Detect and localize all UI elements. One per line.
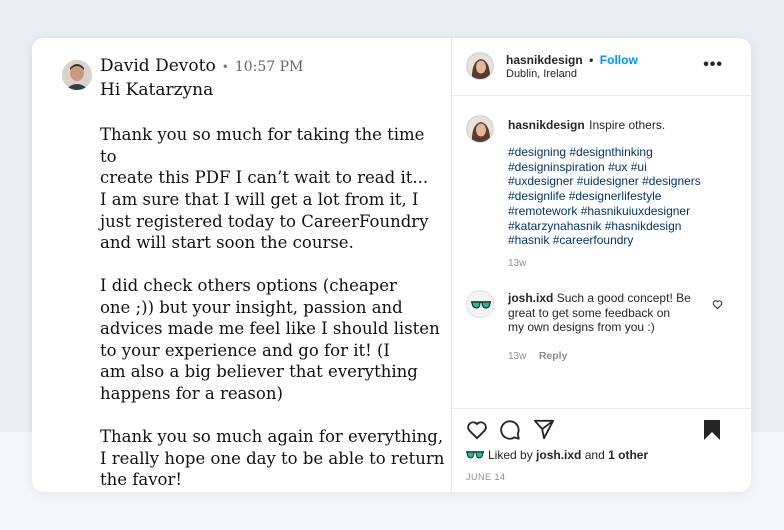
message-paragraph: Thank you so much again for everything, … — [100, 427, 445, 490]
more-options-icon[interactable]: ••• — [703, 56, 723, 74]
reply-button[interactable]: Reply — [539, 350, 568, 362]
comment-age: 13w — [508, 351, 527, 362]
liker-avatar[interactable] — [466, 448, 484, 466]
bookmark-icon[interactable] — [702, 419, 722, 446]
message-greeting: Hi Katarzyna — [100, 80, 214, 100]
message-paragraph: I am sure that I will get a lot from it,… — [100, 190, 429, 253]
heart-outline-icon[interactable] — [712, 297, 723, 315]
comment-text-line: great to get some feedback on — [508, 305, 671, 320]
separator-dot: • — [221, 60, 229, 74]
caption-age: 13w — [508, 258, 527, 269]
sender-name[interactable]: David Devoto — [100, 56, 216, 76]
post-panel: hasnikdesign • Follow Dublin, Ireland ••… — [452, 38, 751, 492]
commenter-username[interactable]: josh.ixd — [508, 291, 553, 305]
testimonial-card: David Devoto • 10:57 PM Hi Katarzyna Tha… — [32, 38, 751, 492]
likes-prefix: Liked by — [488, 448, 533, 462]
caption-avatar[interactable] — [466, 115, 494, 143]
caption: hasnikdesign Inspire others. — [508, 116, 665, 134]
likes-summary: Liked by josh.ixd and 1 other — [488, 448, 648, 462]
hashtag-line[interactable]: #uxdesigner #uidesigner #designers — [508, 174, 701, 189]
post-date: JUNE 14 — [466, 472, 506, 482]
message-paragraph: I did check others options (cheaper one … — [100, 276, 440, 403]
comment-meta: 13w Reply — [508, 346, 567, 364]
message-time: 10:57 PM — [234, 59, 304, 75]
send-icon[interactable] — [533, 419, 555, 445]
commenter-avatar[interactable] — [466, 290, 494, 318]
likes-conj: and — [584, 448, 605, 462]
hashtag-line[interactable]: #designing #designthinking — [508, 145, 701, 160]
sender-avatar[interactable] — [62, 60, 92, 90]
follow-button[interactable]: Follow — [600, 53, 638, 67]
liker-username[interactable]: josh.ixd — [536, 448, 581, 462]
hashtag-line[interactable]: #remotework #hasnikuiuxdesigner — [508, 204, 701, 219]
heart-icon[interactable] — [466, 420, 488, 445]
hashtag-list: #designing #designthinking #designinspir… — [508, 145, 701, 248]
post-actions — [452, 408, 751, 440]
hashtag-line[interactable]: #designlife #designerlifestyle — [508, 189, 701, 204]
comment-icon[interactable] — [499, 419, 521, 446]
follow-separator: • — [589, 53, 594, 67]
hashtag-line[interactable]: #designinspiration #ux #ui — [508, 160, 701, 175]
likes-others[interactable]: 1 other — [608, 448, 648, 462]
hashtag-line[interactable]: #katarzynahasnik #hasnikdesign — [508, 219, 701, 234]
message-paragraph: Thank you so much for taking the time to… — [100, 125, 429, 188]
message-header: David Devoto • 10:57 PM — [100, 56, 303, 76]
caption-text: Inspire others. — [589, 118, 666, 132]
post-location[interactable]: Dublin, Ireland — [506, 68, 577, 80]
message-pane: David Devoto • 10:57 PM Hi Katarzyna Tha… — [32, 38, 452, 492]
comment: josh.ixd Such a good concept! Be great t… — [508, 291, 704, 335]
hashtag-line[interactable]: #hasnik #careerfoundry — [508, 233, 701, 248]
author-username[interactable]: hasnikdesign — [506, 53, 583, 67]
caption-username[interactable]: hasnikdesign — [508, 118, 585, 132]
comment-text-line: my own designs from you :) — [508, 320, 655, 334]
post-header: hasnikdesign • Follow Dublin, Ireland ••… — [452, 38, 751, 96]
author-avatar[interactable] — [466, 52, 494, 80]
comment-text-line: Such a good concept! Be — [556, 291, 691, 305]
